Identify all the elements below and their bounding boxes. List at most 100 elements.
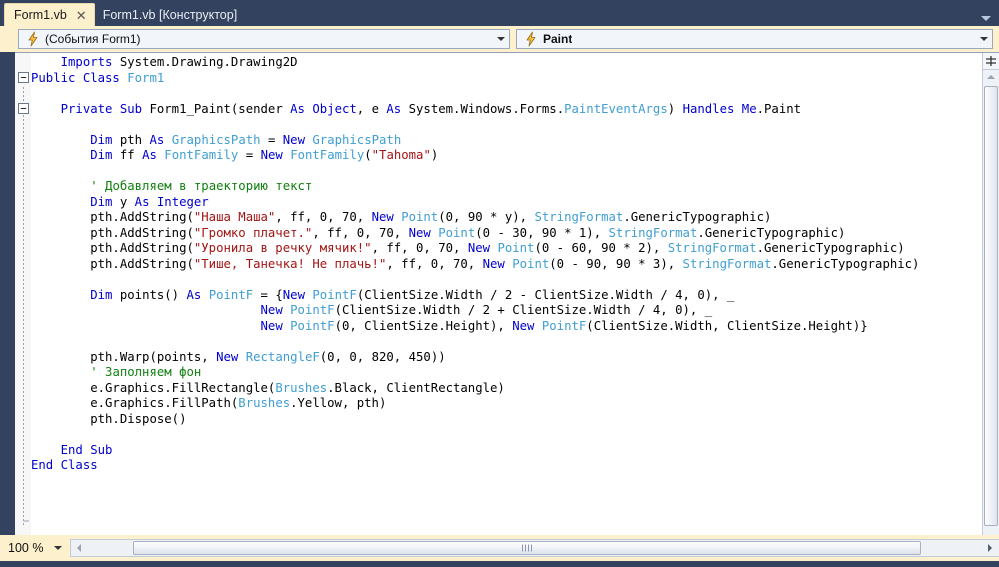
code-line: End Sub	[31, 443, 919, 459]
visual-studio-editor-window: Form1.vb ✕ Form1.vb [Конструктор] (Событ…	[0, 0, 999, 567]
code-token: New	[482, 256, 505, 271]
code-token: Dim	[90, 287, 113, 302]
code-token: pth.AddString(	[31, 225, 194, 240]
code-line: Dim y As Integer	[31, 195, 919, 211]
code-token: As	[186, 287, 202, 302]
triangle-left-icon	[76, 544, 81, 552]
scroll-left-button[interactable]	[71, 540, 86, 556]
code-line: ' Добавляем в траекторию текст	[31, 179, 919, 195]
zoom-level-dropdown[interactable]: 100 %	[0, 535, 70, 561]
code-token: (0, 90 * y),	[438, 210, 535, 224]
triangle-right-icon	[987, 544, 992, 552]
code-token: , ff, 0, 70,	[371, 241, 468, 255]
fold-markers[interactable]	[15, 53, 31, 535]
code-token: Public Class	[31, 70, 120, 85]
split-view-glyph	[986, 56, 996, 66]
vertical-scroll-thumb[interactable]	[984, 86, 998, 526]
code-token: Dim	[90, 148, 113, 162]
code-line: Dim ff As FontFamily = New FontFamily("T…	[31, 148, 919, 164]
code-token: System.Windows.Forms.	[401, 101, 565, 116]
split-view-icon[interactable]	[983, 53, 999, 70]
code-line: pth.Dispose()	[31, 412, 919, 428]
document-tab-strip: Form1.vb ✕ Form1.vb [Конструктор]	[0, 0, 999, 26]
code-token: As	[149, 132, 165, 147]
vertical-scrollbar[interactable]	[982, 53, 999, 535]
source-code[interactable]: Imports System.Drawing.Drawing2D Public C…	[31, 55, 919, 474]
code-token: Brushes	[238, 396, 291, 410]
close-icon[interactable]: ✕	[76, 9, 87, 22]
chevron-down-icon[interactable]	[981, 16, 991, 21]
scroll-right-button[interactable]	[982, 540, 997, 556]
code-token: (ClientSize.Width / 2 - ClientSize.Width…	[356, 287, 735, 302]
code-token: PaintEventArgs	[564, 101, 668, 116]
code-token: e.Graphics.FillRectangle(	[31, 380, 276, 395]
code-token: Point	[401, 210, 439, 224]
code-token: , e	[356, 101, 387, 116]
code-token: Point	[497, 241, 535, 255]
code-token: ff	[112, 148, 143, 162]
code-token: pth.AddString(	[31, 256, 194, 271]
class-object-dropdown[interactable]: (События Form1)	[18, 29, 510, 49]
code-token: .GenericTypographic)	[756, 241, 905, 255]
code-token: End Class	[31, 458, 98, 472]
lightning-bolt-icon	[526, 31, 536, 47]
method-event-dropdown[interactable]: Paint	[516, 29, 993, 49]
code-token: Dim	[90, 194, 113, 209]
code-token: , ff, 0, 70,	[275, 210, 372, 224]
chevron-down-icon[interactable]	[497, 37, 505, 41]
code-token: PointF	[312, 287, 357, 302]
code-token: New	[371, 210, 394, 224]
code-token: New	[260, 318, 283, 333]
code-token: "Tahoma"	[371, 148, 431, 162]
horizontal-scrollbar[interactable]	[70, 539, 999, 557]
code-token: Handles	[682, 101, 735, 116]
code-token: Integer	[156, 194, 209, 209]
code-line: New PointF(ClientSize.Width / 2 + Client…	[31, 303, 919, 319]
code-token: Object	[312, 101, 357, 116]
code-token: GraphicsPath	[312, 132, 402, 147]
code-line: pth.AddString("Уронила в речку мячик!", …	[31, 241, 919, 257]
code-token: Imports	[60, 55, 113, 69]
method-event-dropdown-value: Paint	[543, 32, 573, 46]
code-token: New	[260, 303, 283, 317]
scroll-up-button[interactable]	[983, 70, 999, 84]
chevron-down-icon[interactable]	[54, 546, 62, 550]
code-token: e.Graphics.FillPath(	[31, 396, 239, 410]
code-token: (0, ClientSize.Height),	[334, 318, 513, 333]
code-text-area[interactable]: Imports System.Drawing.Drawing2D Public C…	[31, 53, 982, 535]
zoom-level-value: 100 %	[8, 541, 44, 555]
code-token: (0, 0, 820, 450))	[319, 349, 446, 364]
code-line: pth.Warp(points, New RectangleF(0, 0, 82…	[31, 350, 919, 366]
code-token: As	[290, 101, 305, 116]
code-line: Dim pth As GraphicsPath = New GraphicsPa…	[31, 133, 919, 149]
horizontal-scroll-thumb[interactable]	[133, 541, 921, 555]
code-token: New	[467, 241, 491, 255]
code-token: (0 - 30, 90 * 1),	[475, 225, 609, 240]
code-token: = {	[253, 287, 283, 302]
lightning-bolt-icon	[28, 31, 38, 47]
tab-form1-vb-designer[interactable]: Form1.vb [Конструктор]	[98, 4, 244, 26]
window-left-border	[0, 52, 15, 535]
code-line: pth.AddString("Громко плачет.", ff, 0, 7…	[31, 226, 919, 242]
tab-form1-vb-code[interactable]: Form1.vb ✕	[4, 3, 95, 26]
code-token: End Sub	[60, 442, 113, 457]
code-line: Private Sub Form1_Paint(sender As Object…	[31, 102, 919, 118]
code-token: New	[260, 148, 283, 162]
outlining-margin[interactable]	[15, 53, 32, 535]
code-token: Point	[512, 256, 550, 271]
chevron-down-icon[interactable]	[980, 37, 988, 41]
